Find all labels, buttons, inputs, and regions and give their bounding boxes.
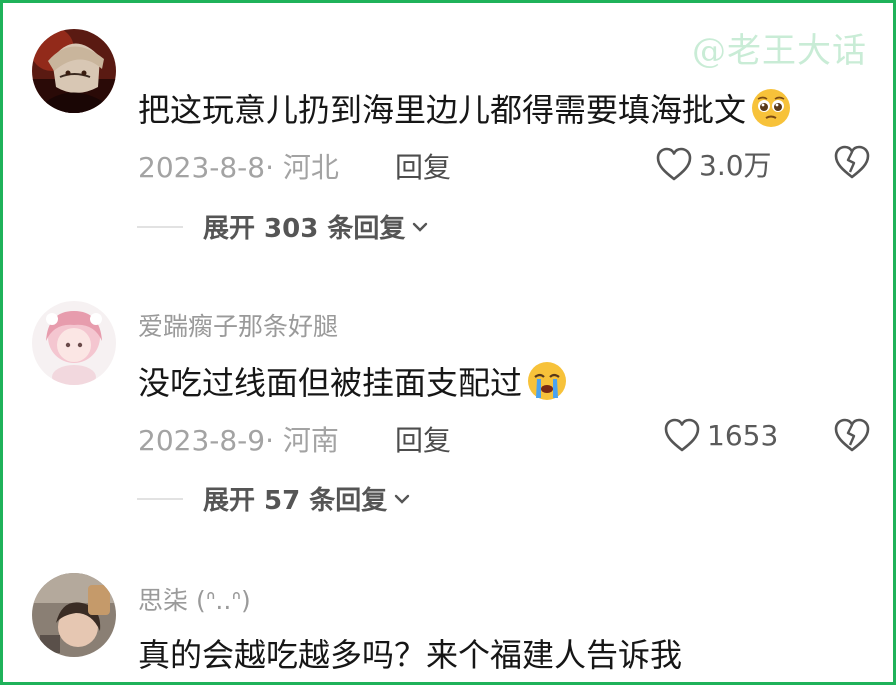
dislike-button[interactable]: [833, 144, 871, 184]
like-count: 3.0万: [699, 149, 772, 182]
comment-text: 真的会越吃越多吗？来个福建人告诉我: [138, 636, 683, 674]
pleading-face-emoji: [752, 89, 791, 127]
comment-text: 没吃过线面但被挂面支配过: [138, 358, 568, 404]
like-button[interactable]: 1653: [663, 417, 778, 453]
divider: [137, 497, 183, 500]
dislike-button[interactable]: [833, 417, 871, 457]
broken-heart-icon: [834, 418, 870, 452]
reply-button[interactable]: 回复: [395, 419, 451, 459]
username[interactable]: 爱踹瘸子那条好腿: [138, 307, 338, 343]
divider: [137, 225, 183, 228]
expand-replies-button[interactable]: 展开 57 条回复: [137, 480, 411, 517]
comment-date-location: 2023-8-9· 河南: [138, 424, 339, 457]
comment-text: 把这玩意儿扔到海里边儿都得需要填海批文: [138, 85, 792, 131]
expand-replies-label: 展开 57 条回复: [203, 486, 388, 516]
comment-date-location: 2023-8-8· 河北: [138, 151, 339, 184]
heart-icon: [656, 147, 692, 181]
chevron-down-icon: [395, 494, 410, 504]
avatar[interactable]: [32, 301, 116, 385]
username[interactable]: 思柒 (ᐢ..ᐢ): [138, 581, 251, 617]
watermark: @老王大话: [692, 31, 867, 71]
crying-face-emoji: [528, 362, 567, 400]
chevron-down-icon: [413, 222, 428, 232]
broken-heart-icon: [834, 145, 870, 179]
expand-replies-label: 展开 303 条回复: [203, 214, 406, 244]
avatar[interactable]: [32, 573, 116, 657]
avatar[interactable]: [32, 29, 116, 113]
heart-icon: [664, 418, 700, 452]
like-button[interactable]: 3.0万: [655, 144, 772, 184]
expand-replies-button[interactable]: 展开 303 条回复: [137, 208, 429, 245]
comment-screenshot-frame: @老王大话 把这玩意儿扔到海里边儿都得需要填海批文 2023-8-8· 河北 回…: [0, 0, 896, 685]
reply-button[interactable]: 回复: [395, 146, 451, 186]
like-count: 1653: [707, 418, 779, 452]
